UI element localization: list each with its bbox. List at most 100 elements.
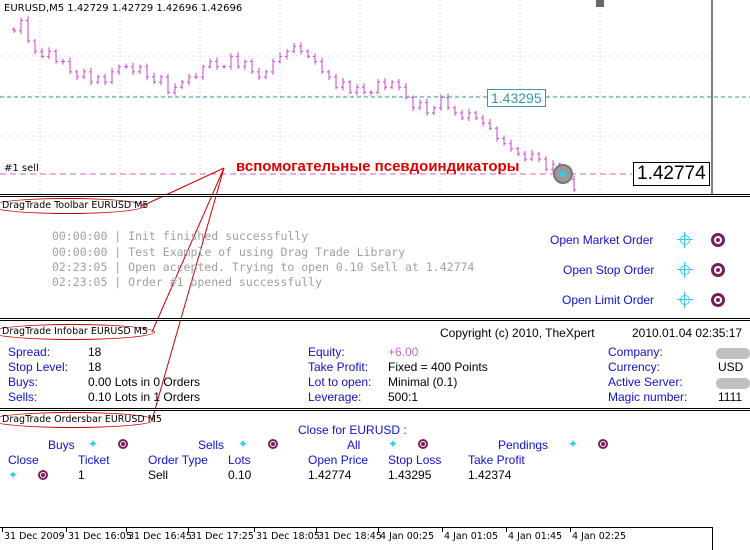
spread-label: Spread: [8,345,51,359]
chart-scroll-marker [596,0,604,7]
pendings-close-star-icon[interactable]: ✦ [568,438,578,450]
time-tick-mark [506,528,507,532]
open-limit-order-button[interactable]: Open Limit Order [562,293,654,307]
ordersbar-separator[interactable] [0,408,750,411]
pendings-target-icon[interactable] [598,439,608,449]
leverage-label: Leverage: [308,390,362,404]
sells-group-label: Sells [198,438,225,452]
all-group-label: All [347,438,361,452]
currency-label: Currency: [608,360,661,374]
row-target-icon[interactable] [38,470,48,480]
time-tick-mark [2,528,3,532]
time-tick-label: 31 Dec 16:45 [128,531,192,542]
row-stop-loss: 1.43295 [388,468,432,482]
open-stop-crosshair-icon[interactable] [677,262,693,278]
pendings-group-label: Pendings [498,438,549,452]
time-tick-label: 31 Dec 18:05 [256,531,320,542]
open-market-target-icon[interactable] [711,233,725,247]
price-chart[interactable]: EURUSD,M5 1.42729 1.42729 1.42696 1.4269… [0,0,750,195]
col-order-type: Order Type [148,453,208,467]
time-tick-mark [66,528,67,532]
sells-value: 0.10 Lots in 1 Orders [88,390,201,404]
sell-order-label: #1 sell [4,163,39,174]
company-label: Company: [608,345,663,359]
col-lots: Lots [228,453,251,467]
open-stop-target-icon[interactable] [711,263,725,277]
time-tick-label: 31 Dec 2009 [4,531,65,542]
current-price-label: 1.42774 [633,162,710,186]
takeprofit-label: Take Profit: [308,360,369,374]
company-redacted [716,348,750,359]
all-close-star-icon[interactable]: ✦ [388,438,398,450]
time-tick-mark [254,528,255,532]
chart-header: EURUSD,M5 1.42729 1.42729 1.42696 1.4269… [4,3,243,14]
buys-close-star-icon[interactable]: ✦ [88,438,98,450]
time-tick-label: 4 Jan 02:25 [572,531,627,542]
row-lots: 0.10 [228,468,252,482]
buys-value: 0.00 Lots in 0 Orders [88,375,201,389]
lot-label: Lot to open: [308,375,372,389]
equity-label: Equity: [308,345,345,359]
ordersbar-label: DragTrade Ordersbar EURUSD M5 [2,414,162,425]
col-close: Close [8,453,39,467]
time-axis: 31 Dec 2009 31 Dec 16:05 31 Dec 16:45 31 De… [0,527,712,550]
infobar-separator[interactable] [0,318,750,321]
sells-close-star-icon[interactable]: ✦ [238,438,248,450]
row-close-star-icon[interactable]: ✦ [8,469,18,481]
col-stop-loss: Stop Loss [388,453,442,467]
log-line-3: 02:23:05 | Open accepted. Trying to open… [52,260,475,274]
time-tick-label: 31 Dec 18:45 [318,531,382,542]
time-tick-label: 4 Jan 00:25 [380,531,435,542]
time-tick-mark [570,528,571,532]
currency-value: USD [718,360,744,374]
magic-label: Magic number: [608,390,688,404]
buys-label: Buys: [8,375,39,389]
open-market-crosshair-icon[interactable] [677,232,693,248]
drag-handle-icon[interactable] [553,164,573,184]
toolbar-label: DragTrade Toolbar EURUSD M5 [2,200,149,211]
copyright-text: Copyright (c) 2010, TheXpert [440,326,595,340]
buys-group-label: Buys [48,438,75,452]
time-tick-label: 4 Jan 01:45 [508,531,563,542]
col-take-profit: Take Profit [468,453,525,467]
time-tick-mark [316,528,317,532]
row-take-profit: 1.42374 [468,468,512,482]
row-open-price: 1.42774 [308,468,352,482]
all-target-icon[interactable] [418,439,428,449]
stoplevel-label: Stop Level: [8,360,69,374]
time-tick-mark [188,528,189,532]
server-label: Active Server: [608,375,683,389]
time-tick-label: 4 Jan 01:05 [444,531,499,542]
log-line-2: 00:00:00 | Test Example of using Drag Tr… [52,245,406,259]
leverage-value: 500:1 [388,390,419,404]
log-line-4: 02:23:05 | Order #1 opened successfully [52,275,323,289]
sells-label: Sells: [8,390,38,404]
time-tick-label: 31 Dec 17:25 [190,531,254,542]
open-limit-target-icon[interactable] [711,293,725,307]
time-axis-right-border [712,527,713,550]
close-for-label: Close for EURUSD : [298,423,407,437]
row-order-type: Sell [148,468,169,482]
time-tick-label: 31 Dec 16:05 [68,531,132,542]
time-tick-mark [126,528,127,532]
time-tick-mark [378,528,379,532]
server-redacted [716,378,750,389]
toolbar-separator[interactable] [0,194,750,197]
infobar-label: DragTrade Infobar EURUSD M5 [2,326,148,337]
time-tick-mark [442,528,443,532]
takeprofit-value: Fixed = 400 Points [388,360,488,374]
col-open-price: Open Price [308,453,369,467]
open-limit-crosshair-icon[interactable] [677,292,693,308]
col-ticket: Ticket [78,453,110,467]
annotation-text: вспомогательные псевдоиндикаторы [236,158,520,175]
lot-value: Minimal (0.1) [388,375,458,389]
row-ticket: 1 [78,468,85,482]
datetime-text: 2010.01.04 02:35:17 [632,326,743,340]
sells-target-icon[interactable] [268,439,278,449]
magic-value: 1111 [718,390,743,404]
spread-value: 18 [88,345,102,359]
stoploss-price-box[interactable]: 1.43295 [487,89,546,107]
open-stop-order-button[interactable]: Open Stop Order [563,263,654,277]
open-market-order-button[interactable]: Open Market Order [550,233,653,247]
buys-target-icon[interactable] [118,439,128,449]
